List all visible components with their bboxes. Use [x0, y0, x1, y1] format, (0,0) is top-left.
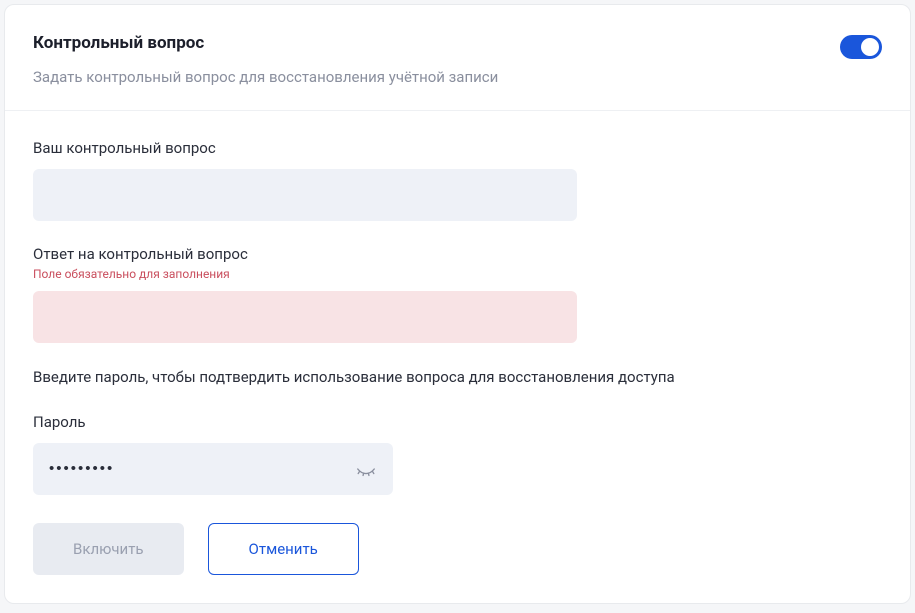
cancel-button[interactable]: Отменить [208, 523, 359, 575]
question-label: Ваш контрольный вопрос [33, 139, 882, 157]
actions-row: Включить Отменить [33, 523, 882, 575]
password-input[interactable] [33, 443, 393, 495]
answer-error: Поле обязательно для заполнения [33, 267, 882, 281]
answer-input[interactable] [33, 291, 577, 343]
answer-field: Ответ на контрольный вопрос Поле обязате… [33, 245, 882, 343]
card-title: Контрольный вопрос [33, 33, 840, 53]
question-input[interactable] [33, 169, 577, 221]
security-question-card: Контрольный вопрос Задать контрольный во… [4, 4, 911, 604]
card-subtitle: Задать контрольный вопрос для восстановл… [33, 67, 840, 88]
enable-button[interactable]: Включить [33, 523, 184, 575]
header-text: Контрольный вопрос Задать контрольный во… [33, 33, 840, 88]
password-instruction: Введите пароль, чтобы подтвердить исполь… [33, 367, 882, 389]
password-field: Пароль [33, 413, 882, 495]
card-body: Ваш контрольный вопрос Ответ на контроль… [5, 111, 910, 603]
password-input-wrap [33, 443, 393, 495]
answer-label: Ответ на контрольный вопрос [33, 245, 882, 263]
enable-toggle[interactable] [840, 35, 882, 59]
eye-closed-icon[interactable] [355, 458, 377, 480]
password-label: Пароль [33, 413, 882, 431]
card-header: Контрольный вопрос Задать контрольный во… [5, 5, 910, 111]
question-field: Ваш контрольный вопрос [33, 139, 882, 221]
